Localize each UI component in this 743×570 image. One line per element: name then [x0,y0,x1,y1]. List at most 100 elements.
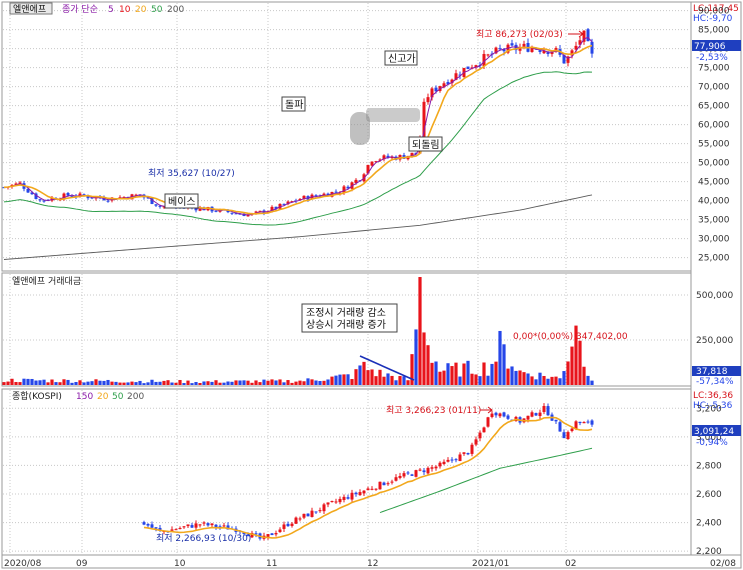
volume-bar [358,365,362,385]
x-axis-label: 10 [174,559,186,569]
note-new-high: 신고가 [388,53,416,65]
kospi-candle-body [366,488,370,491]
price-candle-body [586,29,590,42]
volume-bar [262,379,266,385]
kospi-candle-body [590,420,594,425]
kospi-candle-body [534,413,538,416]
kospi-candle-body [142,522,146,525]
volume-bar [70,382,74,385]
kospi-candle-body [182,526,186,528]
kospi-title: 종합(KOSPI) [12,391,62,402]
top-y-tick-label: 40,000 [698,197,730,207]
kospi-lc: LC:36,36 [693,391,733,401]
kospi-candle-body [326,502,330,505]
volume-bar [182,383,186,385]
top-ma-20: 20 [135,5,147,15]
volume-bar [570,346,574,385]
kospi-candle-body [446,459,450,462]
volume-bar [486,375,490,385]
volume-bar [90,381,94,385]
volume-bar [14,381,18,385]
volume-bar [582,366,586,385]
volume-y-tick-label: 500,000 [696,291,733,301]
volume-bar [542,375,546,385]
kospi-candle-body [410,474,414,476]
kospi-candle-body [206,523,210,526]
volume-bar [382,376,386,385]
volume-bar [482,362,486,385]
volume-bar [18,382,22,385]
top-y-tick-label: 85,000 [698,26,730,36]
kospi-candle-body [466,453,470,455]
kospi-candle-body [170,529,174,531]
volume-bar [366,370,370,385]
volume-bar [390,375,394,385]
volume-bar [130,381,134,385]
top-title: 엘앤에프 [13,4,46,15]
volume-bar [298,380,302,385]
volume-bar [94,379,98,385]
kospi-candle-body [494,412,498,416]
kospi-ma-150: 150 [76,392,93,402]
volume-peak-annotation: 0,00*(0,00%) 347,402,00 [513,332,628,342]
kospi-low-annotation: 최저 2,266,93 (10/30) [156,533,251,544]
volume-bar [178,379,182,385]
kospi-candle-body [490,413,494,418]
volume-bar [590,380,594,385]
x-axis-label: 2020/08 [4,559,42,569]
volume-bar [30,378,34,385]
volume-bar [434,361,438,385]
top-y-tick-label: 90,000 [698,7,730,17]
volume-bar [230,381,234,385]
kospi-candle-body [186,524,190,527]
kospi-candle-body [486,417,490,427]
volume-bar [54,382,58,385]
top-ma-label: 종가 단순 [62,4,98,15]
kospi-candle-body [374,488,378,490]
volume-bar [34,380,38,385]
volume-bar [126,382,130,385]
top-ma-10: 10 [119,5,131,15]
volume-y-tick-label: 250,000 [696,336,733,346]
volume-bar [186,380,190,385]
note-base: 베이스 [168,196,196,208]
volume-bar [558,378,562,385]
volume-bar [510,366,514,385]
price-candle-body [38,199,42,201]
volume-bar [238,380,242,385]
price-candle-body [426,97,430,103]
top-high-annotation: 최고 86,273 (02/03) [476,29,563,40]
kospi-candle-body [362,490,366,494]
volume-bar [66,379,70,385]
kospi-candle-body [174,529,178,531]
kospi-candle-body [382,482,386,486]
kospi-candle-body [478,432,482,439]
volume-bar [114,381,118,385]
x-axis-label: 2021/01 [472,559,509,569]
volume-bar [82,382,86,385]
kospi-candle-body [150,524,154,528]
kospi-candle-body [338,498,342,503]
volume-bar [190,383,194,385]
kospi-candle-body [542,406,546,412]
kospi-candle-body [270,533,274,536]
volume-bar [314,380,318,385]
price-candle-body [486,54,490,56]
volume-bar [6,381,10,385]
kospi-y-tick-label: 2,600 [696,490,722,500]
top-y-tick-label: 55,000 [698,140,730,150]
volume-bar [282,382,286,385]
kospi-candle-body [314,511,318,513]
volume-bar [414,329,418,385]
volume-bar [306,378,310,385]
top-panel-frame [1,1,692,272]
volume-bar [438,371,442,385]
volume-bar [202,381,206,385]
kospi-candle-body [422,470,426,473]
kospi-candle-body [318,510,322,512]
volume-bar [46,382,50,385]
breakout-highlight-right [366,108,420,122]
kospi-candle-body [198,524,202,526]
kospi-candle-body [386,483,390,485]
volume-bar [78,380,82,385]
